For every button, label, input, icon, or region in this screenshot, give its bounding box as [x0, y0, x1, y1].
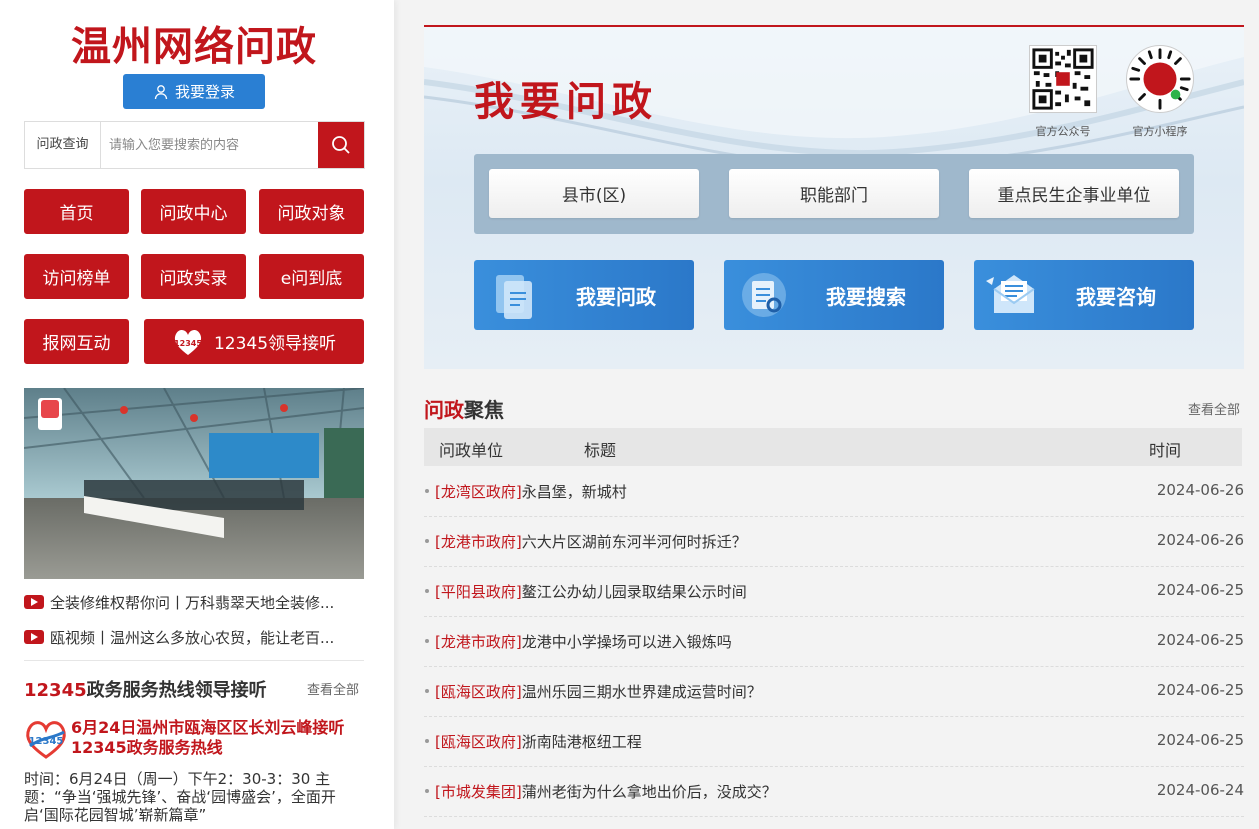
- banner-title: 我要问政: [474, 78, 658, 125]
- row-date: 2024-06-25: [1156, 631, 1244, 649]
- consult-label: 我要咨询: [1076, 284, 1156, 309]
- video-link-1[interactable]: 全装修维权帮你问丨万科翡翠天地全装修...: [24, 591, 364, 613]
- bullet: [425, 689, 429, 693]
- mail-icon: [974, 260, 1054, 330]
- play-icon: [24, 595, 44, 609]
- table-row[interactable]: [市城发集团]蒲州老街为什么拿地出价后，没成交？ 2024-06-24: [424, 767, 1244, 817]
- bullet: [425, 789, 429, 793]
- login-button[interactable]: 我要登录: [123, 74, 265, 109]
- row-date: 2024-06-26: [1156, 481, 1244, 499]
- bullet: [425, 739, 429, 743]
- nav-leader-label: 12345领导接听: [213, 334, 337, 354]
- site-title[interactable]: 温州网络问政: [0, 14, 388, 72]
- document-icon: [474, 260, 554, 330]
- row-unit-link[interactable]: [平阳县政府]鳌江公办幼儿园录取结果公示时间: [435, 581, 747, 602]
- table-row[interactable]: [龙港市政府]龙港中小学操场可以进入锻炼吗 2024-06-25: [424, 617, 1244, 667]
- ask-politics-label: 我要问政: [576, 284, 656, 309]
- table-row[interactable]: [瓯海区政府]温州乐园三期水世界建成运营时间？ 2024-06-25: [424, 667, 1244, 717]
- table-row[interactable]: [瓯海区政府]浙南陆港枢纽工程 2024-06-25: [424, 717, 1244, 767]
- row-date: 2024-06-26: [1156, 531, 1244, 549]
- nav-reality[interactable]: 问政实录: [141, 254, 246, 299]
- table-header: 问政单位 标题 时间: [424, 428, 1242, 466]
- category-box: 县市(区) 职能部门 重点民生企事业单位: [474, 154, 1194, 234]
- mini-program-label: 官方小程序: [1132, 125, 1188, 138]
- row-unit-link[interactable]: [龙港市政府]六大片区湖前东河半河何时拆迁？: [435, 531, 747, 552]
- search-document-icon: [724, 260, 804, 330]
- svg-text:12345: 12345: [29, 736, 64, 747]
- row-unit-link[interactable]: [市城发集团]蒲州老街为什么拿地出价后，没成交？: [435, 781, 777, 802]
- login-label: 我要登录: [174, 83, 235, 101]
- page: 温州网络问政 我要登录 问政查询 首页 问政中心 问政对象 访问榜单 问政实录 …: [0, 0, 1259, 829]
- svg-text:12345: 12345: [174, 339, 202, 348]
- hotline-12345-logo-icon: 12345: [26, 721, 66, 759]
- search-button[interactable]: [318, 122, 364, 168]
- bullet: [425, 639, 429, 643]
- row-unit-link[interactable]: [龙湾区政府]永昌堡，新城村: [435, 481, 627, 502]
- focus-section-title: 问政聚焦: [424, 398, 504, 422]
- hotline-headline-link[interactable]: 6月24日温州市瓯海区区长刘云峰接听12345政务服务热线: [71, 718, 361, 758]
- nav-leader-hotline[interactable]: 12345 12345领导接听: [144, 319, 364, 364]
- user-icon: [154, 84, 168, 99]
- table-row[interactable]: [龙湾区政府]永昌堡，新城村 2024-06-26: [424, 467, 1244, 517]
- search-action-button[interactable]: 我要搜索: [724, 260, 944, 330]
- category-county-button[interactable]: 县市(区): [489, 169, 699, 218]
- ask-banner: 我要问政 官方公众号 官方小程序 县市(区) 职能部门 重点民生企事业单位 我要…: [424, 27, 1244, 369]
- nav-object[interactable]: 问政对象: [259, 189, 364, 234]
- video-title: 瓯视频丨温州这么多放心农贸，能让老百...: [50, 628, 335, 647]
- table-row[interactable]: [平阳县政府]鳌江公办幼儿园录取结果公示时间 2024-06-25: [424, 567, 1244, 617]
- nav-home[interactable]: 首页: [24, 189, 129, 234]
- bullet: [425, 539, 429, 543]
- col-time-header: 时间: [1149, 441, 1182, 460]
- search-icon: [332, 136, 350, 154]
- hotline-description: 时间：6月24日（周一）下午2：30-3：30 主题：“争当‘强城先锋’、奋战‘…: [24, 770, 336, 824]
- bullet: [425, 589, 429, 593]
- official-account-qr[interactable]: [1029, 45, 1097, 113]
- row-date: 2024-06-25: [1156, 581, 1244, 599]
- category-enterprise-button[interactable]: 重点民生企事业单位: [969, 169, 1179, 218]
- news-photo[interactable]: [24, 388, 364, 579]
- event-scene-image: [24, 388, 364, 579]
- bullet: [425, 489, 429, 493]
- ask-politics-button[interactable]: 我要问政: [474, 260, 694, 330]
- hotline-section-title: 12345政务服务热线领导接听: [24, 680, 267, 701]
- nav-center[interactable]: 问政中心: [141, 189, 246, 234]
- focus-view-all-link[interactable]: 查看全部: [1188, 399, 1240, 418]
- search-bar: 问政查询: [24, 121, 365, 169]
- video-app-logo: [38, 398, 62, 430]
- left-sidebar: 温州网络问政 我要登录 问政查询 首页 问政中心 问政对象 访问榜单 问政实录 …: [0, 0, 394, 829]
- row-date: 2024-06-25: [1156, 681, 1244, 699]
- search-action-label: 我要搜索: [826, 284, 906, 309]
- hotline-view-all-link[interactable]: 查看全部: [307, 679, 359, 698]
- mini-program-qr[interactable]: [1126, 45, 1194, 113]
- video-link-2[interactable]: 瓯视频丨温州这么多放心农贸，能让老百...: [24, 626, 364, 648]
- row-date: 2024-06-24: [1156, 781, 1244, 799]
- search-input[interactable]: [101, 122, 318, 168]
- nav-ranking[interactable]: 访问榜单: [24, 254, 129, 299]
- col-unit-header: 问政单位: [439, 441, 504, 460]
- search-label: 问政查询: [25, 122, 101, 168]
- category-department-button[interactable]: 职能部门: [729, 169, 939, 218]
- row-unit-link[interactable]: [瓯海区政府]温州乐园三期水世界建成运营时间？: [435, 681, 762, 702]
- official-account-label: 官方公众号: [1035, 125, 1091, 138]
- row-unit-link[interactable]: [瓯海区政府]浙南陆港枢纽工程: [435, 731, 642, 752]
- row-date: 2024-06-25: [1156, 731, 1244, 749]
- table-row[interactable]: [龙港市政府]六大片区湖前东河半河何时拆迁？ 2024-06-26: [424, 517, 1244, 567]
- nav-interact[interactable]: 报网互动: [24, 319, 129, 364]
- nav-eask[interactable]: e问到底: [259, 254, 364, 299]
- mini-program-code-icon: [1128, 47, 1192, 111]
- divider: [24, 660, 364, 661]
- play-icon: [24, 630, 44, 644]
- qr-code-icon: [1032, 48, 1094, 110]
- row-unit-link[interactable]: [龙港市政府]龙港中小学操场可以进入锻炼吗: [435, 631, 732, 652]
- video-title: 全装修维权帮你问丨万科翡翠天地全装修...: [50, 593, 335, 612]
- col-title-header: 标题: [584, 441, 617, 460]
- consult-button[interactable]: 我要咨询: [974, 260, 1194, 330]
- heart-12345-icon: 12345: [172, 327, 204, 357]
